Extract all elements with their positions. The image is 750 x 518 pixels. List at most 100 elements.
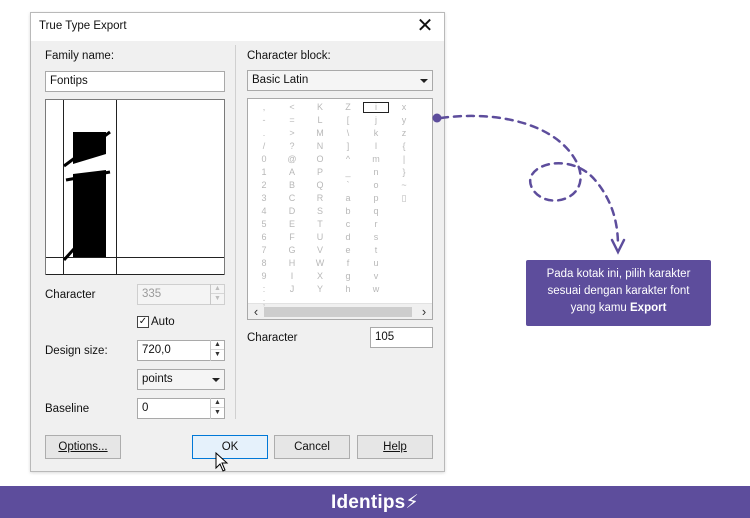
design-size-spinner[interactable]: ▲ ▼: [210, 340, 224, 361]
baseline-spinner[interactable]: ▲ ▼: [210, 398, 224, 419]
character-cell[interactable]: /: [250, 140, 278, 153]
character-cell[interactable]: >: [278, 127, 306, 140]
cancel-button[interactable]: Cancel: [274, 435, 350, 459]
scrollbar-thumb[interactable]: [264, 307, 412, 317]
character-cell[interactable]: ;: [250, 296, 278, 309]
character-cell[interactable]: 0: [250, 153, 278, 166]
character-cell[interactable]: .: [250, 127, 278, 140]
character-cell[interactable]: U: [306, 231, 334, 244]
ok-button[interactable]: OK: [192, 435, 268, 459]
character-cell[interactable]: Z: [334, 101, 362, 114]
character-cell[interactable]: R: [306, 192, 334, 205]
character-cell[interactable]: ?: [278, 140, 306, 153]
character-cell[interactable]: O: [306, 153, 334, 166]
character-cell[interactable]: x: [390, 101, 418, 114]
character-cell[interactable]: o: [362, 179, 390, 192]
character-cell[interactable]: g: [334, 270, 362, 283]
spin-up-icon[interactable]: ▲: [211, 398, 224, 408]
character-cell[interactable]: a: [334, 192, 362, 205]
character-cell[interactable]: r: [362, 218, 390, 231]
character-cell[interactable]: M: [306, 127, 334, 140]
character-cell[interactable]: c: [334, 218, 362, 231]
character-cell[interactable]: Q: [306, 179, 334, 192]
spin-up-icon[interactable]: ▲: [211, 340, 224, 350]
character-cell[interactable]: -: [250, 114, 278, 127]
character-cell[interactable]: v: [362, 270, 390, 283]
character-cell[interactable]: 2: [250, 179, 278, 192]
character-cell[interactable]: 7: [250, 244, 278, 257]
character-cell[interactable]: ~: [390, 179, 418, 192]
character-cell[interactable]: j: [362, 114, 390, 127]
character-cell[interactable]: F: [278, 231, 306, 244]
character-cell[interactable]: l: [362, 140, 390, 153]
character-cell[interactable]: b: [334, 205, 362, 218]
character-cell[interactable]: 4: [250, 205, 278, 218]
help-button[interactable]: Help: [357, 435, 433, 459]
auto-checkbox[interactable]: ✓: [137, 316, 149, 328]
character-cell[interactable]: S: [306, 205, 334, 218]
character-cell[interactable]: :: [250, 283, 278, 296]
character-cell[interactable]: ,: [250, 101, 278, 114]
character-cell[interactable]: {: [390, 140, 418, 153]
character-cell[interactable]: =: [278, 114, 306, 127]
character-block-select[interactable]: Basic Latin: [247, 70, 433, 91]
character-cell[interactable]: q: [362, 205, 390, 218]
character-cell[interactable]: p: [362, 192, 390, 205]
options-button[interactable]: Options...: [45, 435, 121, 459]
units-select[interactable]: points: [137, 369, 225, 390]
character-cell[interactable]: Y: [306, 283, 334, 296]
character-cell[interactable]: E: [278, 218, 306, 231]
character-cell[interactable]: z: [390, 127, 418, 140]
character-cell[interactable]: D: [278, 205, 306, 218]
character-cell[interactable]: \: [334, 127, 362, 140]
close-icon[interactable]: ✕: [414, 15, 436, 37]
character-cell[interactable]: 8: [250, 257, 278, 270]
character-cell[interactable]: n: [362, 166, 390, 179]
character-cell[interactable]: 9: [250, 270, 278, 283]
character-cell[interactable]: w: [362, 283, 390, 296]
character-cell[interactable]: A: [278, 166, 306, 179]
character-cell[interactable]: }: [390, 166, 418, 179]
character-cell[interactable]: T: [306, 218, 334, 231]
character-cell[interactable]: J: [278, 283, 306, 296]
character-cell[interactable]: W: [306, 257, 334, 270]
character-cell[interactable]: e: [334, 244, 362, 257]
character-cell[interactable]: 3: [250, 192, 278, 205]
character-cell[interactable]: h: [334, 283, 362, 296]
character-cell[interactable]: u: [362, 257, 390, 270]
character-cell[interactable]: _: [334, 166, 362, 179]
character-cell[interactable]: B: [278, 179, 306, 192]
spin-down-icon[interactable]: ▼: [211, 350, 224, 360]
character-cell[interactable]: C: [278, 192, 306, 205]
character-cell[interactable]: |: [390, 153, 418, 166]
character-cell[interactable]: s: [362, 231, 390, 244]
family-name-input[interactable]: Fontips: [45, 71, 225, 92]
character-cell[interactable]: X: [306, 270, 334, 283]
character-cell[interactable]: 6: [250, 231, 278, 244]
character-cell[interactable]: H: [278, 257, 306, 270]
character-map-grid[interactable]: ‹ › , -./0 1 2 3 4 5 6 7 8 9:; < = >? @ A B C D E F G H I J K L M N O…: [247, 98, 433, 320]
character-cell[interactable]: K: [306, 101, 334, 114]
character-cell[interactable]: k: [362, 127, 390, 140]
character-cell[interactable]: f: [334, 257, 362, 270]
character-code-input[interactable]: 105: [370, 327, 433, 348]
scroll-right-icon[interactable]: ›: [416, 304, 432, 319]
character-cell[interactable]: <: [278, 101, 306, 114]
character-cell[interactable]: N: [306, 140, 334, 153]
character-cell[interactable]: ]: [334, 140, 362, 153]
character-cell[interactable]: V: [306, 244, 334, 257]
spin-down-icon[interactable]: ▼: [211, 408, 224, 418]
character-cell[interactable]: `: [334, 179, 362, 192]
character-cell[interactable]: L: [306, 114, 334, 127]
character-cell[interactable]: @: [278, 153, 306, 166]
character-cell[interactable]: m: [362, 153, 390, 166]
character-cell[interactable]: 5: [250, 218, 278, 231]
character-cell[interactable]: 1: [250, 166, 278, 179]
character-cell[interactable]: P: [306, 166, 334, 179]
character-cell[interactable]: d: [334, 231, 362, 244]
character-cell[interactable]: y: [390, 114, 418, 127]
character-cell[interactable]: ▯: [390, 192, 418, 205]
character-cell[interactable]: [: [334, 114, 362, 127]
character-cell[interactable]: I: [278, 270, 306, 283]
character-cell[interactable]: G: [278, 244, 306, 257]
